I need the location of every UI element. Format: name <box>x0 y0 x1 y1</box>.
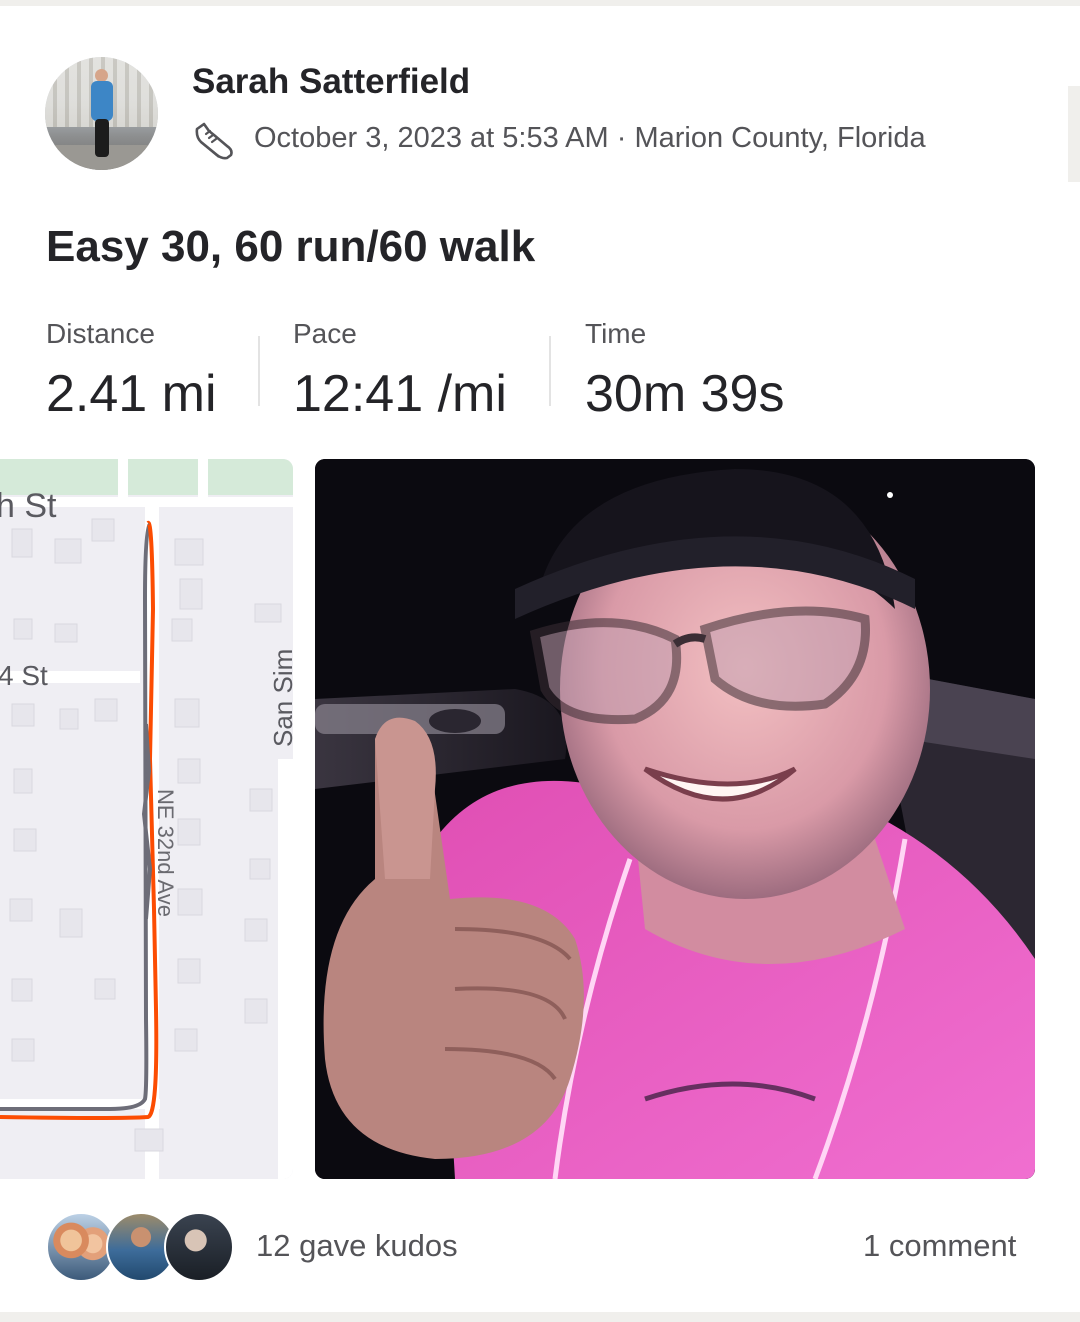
activity-title[interactable]: Easy 30, 60 run/60 walk <box>46 222 535 272</box>
kudos-avatar[interactable] <box>164 1212 234 1282</box>
stat-value: 2.41 mi <box>46 365 217 423</box>
stat-divider <box>549 336 551 406</box>
kudos-count[interactable]: 12 gave kudos <box>256 1228 458 1264</box>
shoe-icon <box>195 122 233 160</box>
street-label: 4 St <box>0 660 48 691</box>
activity-photo[interactable] <box>315 459 1035 1179</box>
kudos-avatars[interactable] <box>46 1212 234 1282</box>
selfie-photo-graphic <box>315 459 1035 1179</box>
stat-value: 12:41 /mi <box>293 365 507 423</box>
scroll-edge <box>1068 86 1080 182</box>
stat-time: Time 30m 39s <box>585 318 784 424</box>
activity-meta: October 3, 2023 at 5:53 AM · Marion Coun… <box>254 122 926 154</box>
stat-value: 30m 39s <box>585 365 785 423</box>
stat-label: Time <box>585 318 647 349</box>
stat-distance: Distance 2.41 mi <box>46 318 217 424</box>
comments-count[interactable]: 1 comment <box>863 1228 1016 1264</box>
stat-label: Distance <box>46 318 155 349</box>
athlete-avatar[interactable] <box>45 57 158 170</box>
street-label: San Sim <box>268 649 293 747</box>
stat-divider <box>258 336 260 406</box>
street-label: NE 32nd Ave <box>153 789 178 917</box>
athlete-name[interactable]: Sarah Satterfield <box>192 62 470 102</box>
bottom-divider <box>0 1312 1080 1322</box>
top-divider <box>0 0 1080 6</box>
route-map[interactable]: h St 4 St San Sim NE 32nd Ave <box>0 459 293 1179</box>
stat-label: Pace <box>293 318 357 349</box>
route-map-graphic: h St 4 St San Sim NE 32nd Ave <box>0 459 293 1179</box>
stat-pace: Pace 12:41 /mi <box>293 318 507 424</box>
street-label: h St <box>0 487 57 525</box>
